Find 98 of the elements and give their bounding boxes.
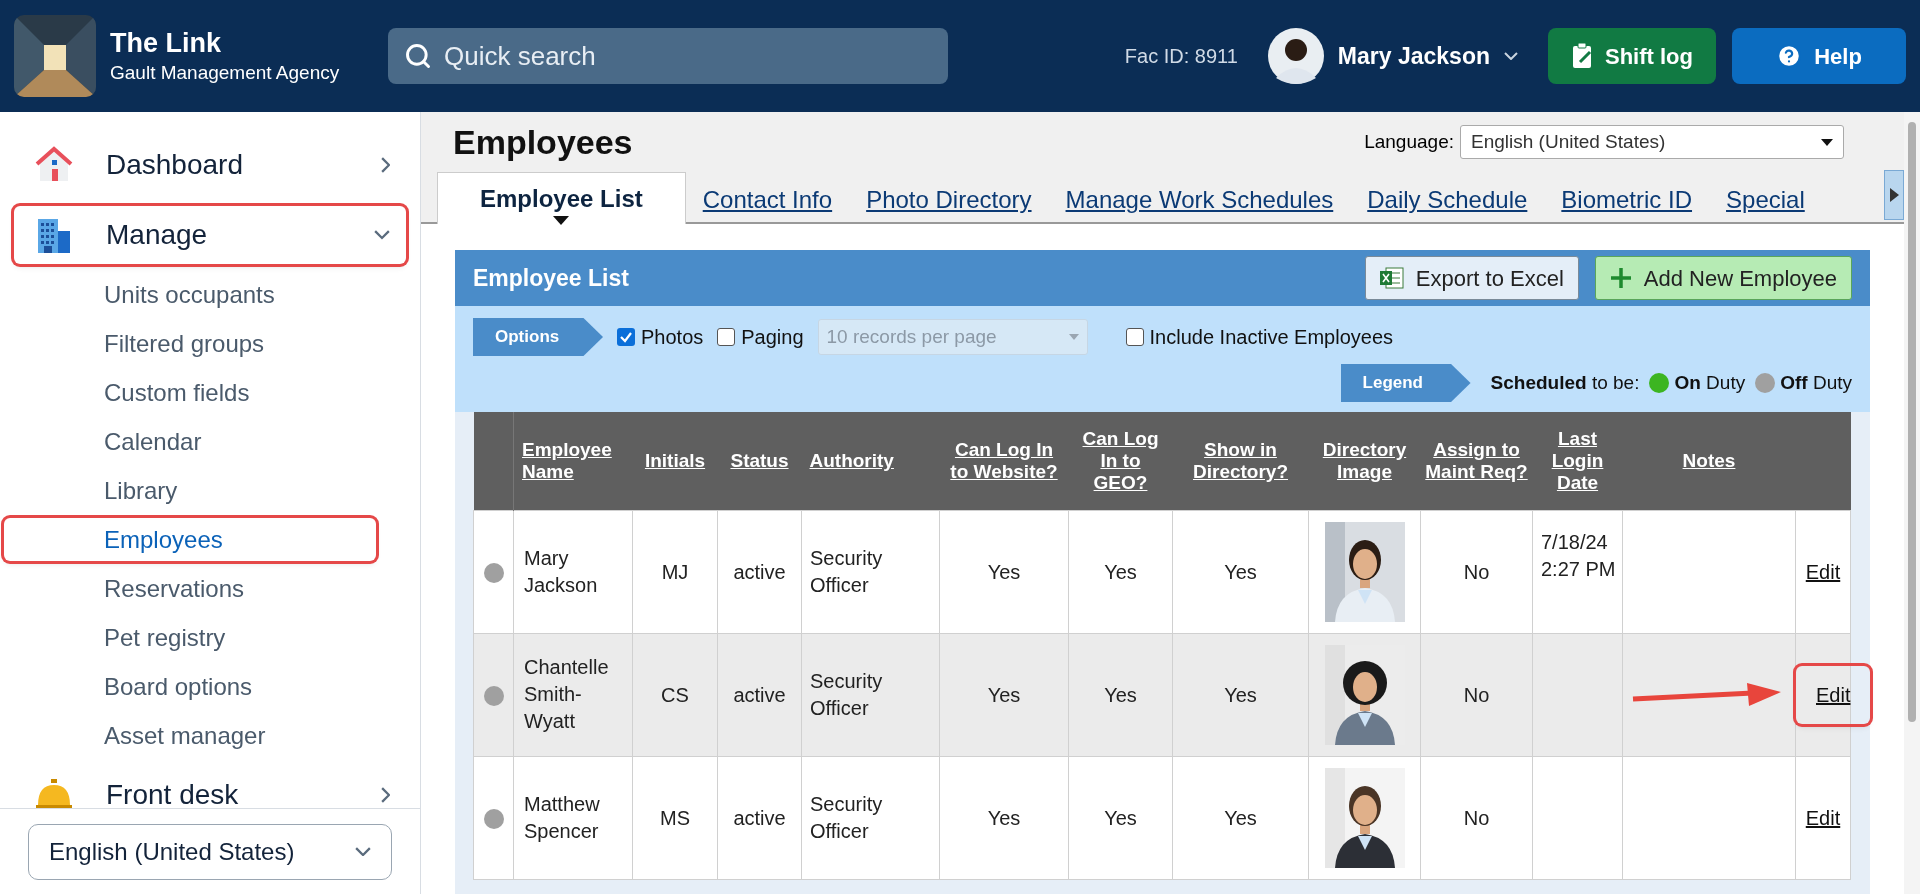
app-title: The Link	[110, 27, 222, 61]
table-cell: active	[717, 510, 802, 633]
chevron-right-icon	[380, 787, 390, 803]
table-cell: active	[717, 633, 802, 756]
nav-subitem[interactable]: Units occupants	[4, 273, 376, 316]
column-header[interactable]: Last Login Date	[1532, 412, 1623, 510]
legend-item: Off Duty	[1780, 370, 1852, 395]
tab[interactable]: Employee List	[437, 172, 686, 224]
language-select[interactable]: English (United States)	[28, 823, 392, 880]
facility-id: Fac ID: 8911	[1124, 44, 1238, 69]
nav-subitem[interactable]: Filtered groups	[4, 322, 376, 365]
table-cell: Matthew Spencer	[513, 756, 633, 879]
dropdown-arrow-icon	[1068, 334, 1079, 340]
chevron-down-icon	[374, 230, 390, 240]
legend-text: Scheduled to be:	[1490, 370, 1640, 395]
tab[interactable]: Biometric ID	[1544, 178, 1710, 222]
nav-subitem[interactable]: Asset manager	[4, 714, 376, 757]
table-cell: Yes	[1068, 633, 1173, 756]
table-cell: No	[1420, 633, 1533, 756]
column-header[interactable]: Authority	[801, 412, 940, 510]
avatar	[1267, 28, 1324, 84]
nav-item[interactable]: Dashboard	[14, 136, 406, 194]
column-header[interactable]: Can Log In to GEO?	[1068, 412, 1173, 510]
nav-subitem[interactable]: Reservations	[4, 567, 376, 610]
chevron-down-icon	[355, 846, 371, 857]
column-header[interactable]: Notes	[1622, 412, 1796, 510]
table-cell: 7/18/24 2:27 PM	[1532, 510, 1623, 633]
column-header[interactable]: Employee Name	[513, 412, 633, 510]
table-cell: Security Officer	[801, 633, 940, 756]
column-header[interactable]: Show in Directory?	[1172, 412, 1309, 510]
column-header[interactable]: Directory Image	[1308, 412, 1421, 510]
tab[interactable]: Daily Schedule	[1350, 178, 1545, 222]
search-field[interactable]: Quick search	[388, 28, 948, 84]
checkbox[interactable]	[717, 328, 736, 346]
table-cell: Yes	[1068, 756, 1173, 879]
checkbox[interactable]	[1125, 328, 1144, 346]
export-excel-button[interactable]: Export to Excel	[1364, 256, 1579, 300]
table-cell: Security Officer	[801, 510, 940, 633]
table-cell: Chantelle Smith-Wyatt	[513, 633, 633, 756]
language-select[interactable]: English (United States)	[1460, 125, 1844, 159]
app-subtitle: Gault Management Agency	[110, 61, 341, 85]
user-menu[interactable]: Mary Jackson	[1267, 28, 1518, 84]
table-cell: Mary Jackson	[513, 510, 633, 633]
nav-item[interactable]: Front desk	[14, 766, 406, 808]
triangle-right-icon	[1889, 188, 1899, 202]
edit-link[interactable]: Edit	[1805, 560, 1841, 583]
options-label: Options	[473, 318, 603, 356]
column-header[interactable]: Initials	[632, 412, 718, 510]
table-cell: Yes	[939, 510, 1069, 633]
table-cell: Yes	[1172, 633, 1309, 756]
checkbox-label: Paging	[741, 325, 804, 350]
help-button[interactable]: Help	[1732, 28, 1906, 84]
table-cell: Yes	[1068, 510, 1173, 633]
table-cell: Yes	[1172, 510, 1309, 633]
nav-subitem[interactable]: Library	[4, 469, 376, 512]
table-cell: CS	[632, 633, 718, 756]
checkbox-label: Include Inactive Employees	[1149, 325, 1393, 350]
tab-scroll-button[interactable]	[1884, 170, 1904, 220]
table-cell: Yes	[939, 756, 1069, 879]
legend-label: Legend	[1340, 364, 1471, 402]
chevron-right-icon	[380, 157, 390, 173]
table-cell: Yes	[1172, 756, 1309, 879]
tab[interactable]: Special	[1709, 178, 1822, 222]
nav-subitem[interactable]: Board options	[4, 665, 376, 708]
add-employee-button[interactable]: Add New Employee	[1594, 256, 1852, 300]
dropdown-arrow-icon	[1821, 138, 1833, 146]
nav-subitem[interactable]: Pet registry	[4, 616, 376, 659]
logo-icon	[14, 15, 96, 97]
table-cell: MJ	[632, 510, 718, 633]
edit-link[interactable]: Edit	[1805, 806, 1841, 829]
tab[interactable]: Contact Info	[685, 178, 850, 222]
table-cell: No	[1420, 510, 1533, 633]
column-header[interactable]: Assign to Maint Req?	[1420, 412, 1533, 510]
column-header[interactable]: Status	[717, 412, 802, 510]
column-header[interactable]: Can Log In to Website?	[939, 412, 1069, 510]
chevron-down-icon	[1504, 52, 1518, 60]
nav-item[interactable]: Manage	[14, 206, 406, 264]
nav-subitem[interactable]: Custom fields	[4, 371, 376, 414]
language-label: Language:	[1364, 129, 1454, 154]
table-cell: Yes	[939, 633, 1069, 756]
search-icon	[404, 42, 432, 70]
plus-icon	[1609, 267, 1632, 289]
checkbox[interactable]	[617, 328, 635, 346]
tab[interactable]: Manage Work Schedules	[1048, 178, 1351, 222]
page-title: Employees	[453, 121, 633, 163]
nav-subitem[interactable]: Calendar	[4, 420, 376, 463]
table-cell: Security Officer	[801, 756, 940, 879]
table-cell: No	[1420, 756, 1533, 879]
nav-subitem[interactable]: Employees	[4, 518, 376, 561]
panel-title: Employee List	[473, 263, 629, 293]
legend-item: On Duty	[1674, 370, 1746, 395]
checkbox-label: Photos	[641, 325, 704, 350]
edit-link[interactable]: Edit	[1796, 665, 1871, 724]
table-cell: active	[717, 756, 802, 879]
tab[interactable]: Photo Directory	[849, 178, 1049, 222]
shift-log-button[interactable]: Shift log	[1548, 28, 1716, 84]
table-cell: MS	[632, 756, 718, 879]
spreadsheet-icon	[1379, 267, 1404, 289]
